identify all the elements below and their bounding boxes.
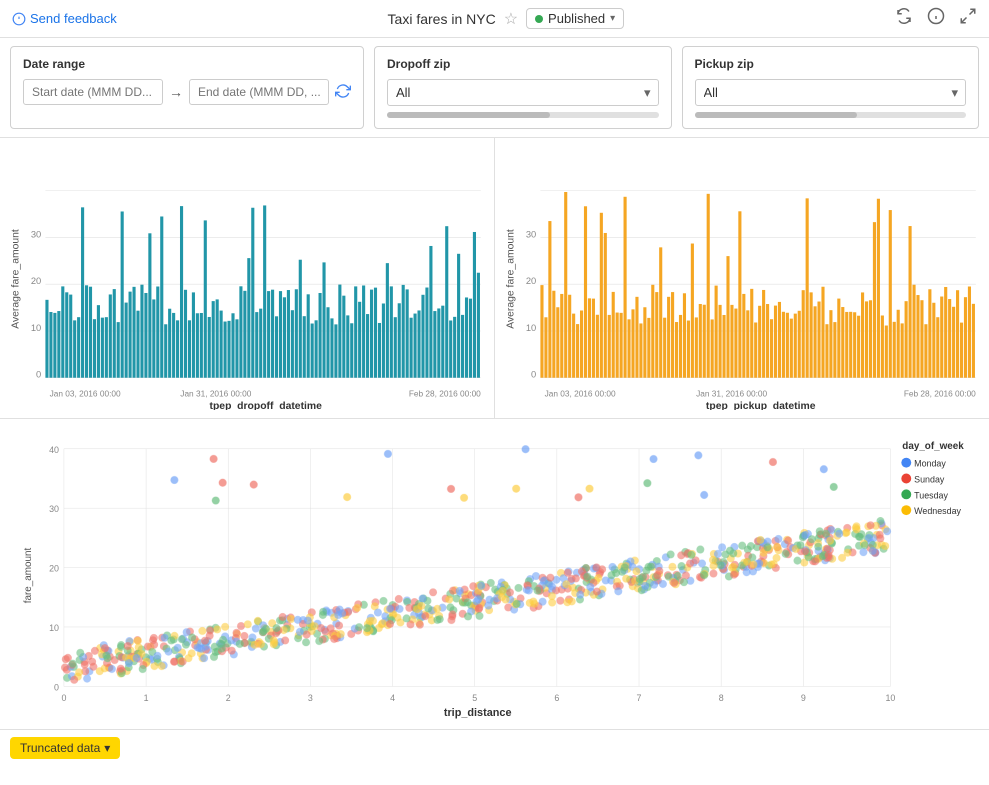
- dropoff-zip-select[interactable]: All: [387, 79, 659, 106]
- bottom-bar: Truncated data ▾: [0, 729, 989, 765]
- top-bar: Send feedback Taxi fares in NYC ☆ Publis…: [0, 0, 989, 38]
- svg-text:tpep_pickup_datetime: tpep_pickup_datetime: [706, 401, 816, 410]
- svg-text:10: 10: [526, 323, 536, 333]
- truncated-label: Truncated data: [20, 741, 100, 755]
- published-dot: [535, 15, 543, 23]
- scatter-svg: fare_amount 0 10 20 30 40 0 1 2 3 4 5 6 …: [8, 429, 981, 721]
- dropoff-chart-panel: Average fare_amount 0 10 20 30 Jan 03, 2…: [0, 138, 495, 418]
- svg-text:Average fare_amount: Average fare_amount: [10, 229, 21, 329]
- published-label: Published: [548, 11, 605, 26]
- svg-text:Wednesday: Wednesday: [914, 506, 961, 516]
- svg-text:7: 7: [637, 693, 642, 703]
- end-date-input[interactable]: [189, 79, 329, 105]
- svg-text:Average fare_amount: Average fare_amount: [505, 229, 516, 329]
- pickup-zip-label: Pickup zip: [695, 57, 967, 71]
- dropoff-zip-panel: Dropoff zip All: [374, 46, 672, 129]
- svg-text:Jan 03, 2016 00:00: Jan 03, 2016 00:00: [50, 388, 121, 398]
- svg-text:40: 40: [49, 445, 59, 455]
- top-bar-actions: [895, 7, 977, 30]
- svg-text:2: 2: [226, 693, 231, 703]
- svg-text:Jan 31, 2016 00:00: Jan 31, 2016 00:00: [180, 388, 251, 398]
- truncated-chevron-icon: ▾: [104, 741, 110, 755]
- svg-text:Monday: Monday: [914, 459, 946, 469]
- svg-text:Feb 28, 2016 00:00: Feb 28, 2016 00:00: [409, 388, 481, 398]
- date-range-label: Date range: [23, 57, 351, 71]
- dropoff-chart-svg: Average fare_amount 0 10 20 30 Jan 03, 2…: [8, 148, 486, 410]
- start-date-input[interactable]: [23, 79, 163, 105]
- svg-text:30: 30: [49, 504, 59, 514]
- svg-text:10: 10: [885, 693, 895, 703]
- svg-text:0: 0: [36, 370, 41, 380]
- pickup-scrollbar[interactable]: [695, 112, 967, 118]
- svg-text:0: 0: [61, 693, 66, 703]
- svg-text:day_of_week: day_of_week: [902, 441, 964, 452]
- svg-text:9: 9: [801, 693, 806, 703]
- date-range-panel: Date range →: [10, 46, 364, 129]
- svg-text:20: 20: [31, 276, 41, 286]
- svg-text:0: 0: [54, 682, 59, 692]
- feedback-icon: [12, 12, 26, 26]
- svg-text:tpep_dropoff_datetime: tpep_dropoff_datetime: [210, 401, 323, 410]
- pickup-zip-select[interactable]: All: [695, 79, 967, 106]
- svg-text:Jan 03, 2016 00:00: Jan 03, 2016 00:00: [545, 388, 616, 398]
- fullscreen-button[interactable]: [959, 7, 977, 30]
- svg-text:5: 5: [472, 693, 477, 703]
- svg-text:trip_distance: trip_distance: [444, 707, 512, 719]
- pickup-zip-panel: Pickup zip All: [682, 46, 980, 129]
- star-icon[interactable]: ☆: [504, 9, 518, 29]
- refresh-button[interactable]: [895, 7, 913, 30]
- svg-text:3: 3: [308, 693, 313, 703]
- svg-text:30: 30: [31, 229, 41, 239]
- date-input-row: →: [23, 79, 351, 105]
- feedback-label: Send feedback: [30, 11, 117, 26]
- charts-top-row: Average fare_amount 0 10 20 30 Jan 03, 2…: [0, 138, 989, 419]
- pickup-zip-select-wrapper: All: [695, 79, 967, 106]
- svg-text:0: 0: [531, 370, 536, 380]
- svg-text:4: 4: [390, 693, 395, 703]
- svg-text:20: 20: [49, 564, 59, 574]
- dropoff-scrollbar[interactable]: [387, 112, 659, 118]
- pickup-chart-svg: Average fare_amount 0 10 20 30 Jan 03, 2…: [503, 148, 981, 410]
- pickup-chart-panel: Average fare_amount 0 10 20 30 Jan 03, 2…: [495, 138, 989, 418]
- title-area: Taxi fares in NYC ☆ Published ▾: [388, 8, 625, 29]
- info-button[interactable]: [927, 7, 945, 30]
- dashboard-title: Taxi fares in NYC: [388, 11, 496, 27]
- dropoff-zip-select-wrapper: All: [387, 79, 659, 106]
- dropoff-zip-label: Dropoff zip: [387, 57, 659, 71]
- chevron-down-icon: ▾: [610, 13, 615, 24]
- published-badge[interactable]: Published ▾: [526, 8, 624, 29]
- scatter-chart-panel: fare_amount 0 10 20 30 40 0 1 2 3 4 5 6 …: [0, 419, 989, 729]
- sync-icon[interactable]: [335, 83, 351, 102]
- svg-text:20: 20: [526, 276, 536, 286]
- truncated-data-button[interactable]: Truncated data ▾: [10, 737, 120, 759]
- filters-row: Date range → Dropoff zip All Pickup zip …: [0, 38, 989, 138]
- svg-text:fare_amount: fare_amount: [23, 548, 34, 604]
- svg-text:Sunday: Sunday: [914, 474, 945, 484]
- svg-text:10: 10: [31, 323, 41, 333]
- svg-text:8: 8: [719, 693, 724, 703]
- svg-text:1: 1: [144, 693, 149, 703]
- svg-text:10: 10: [49, 623, 59, 633]
- svg-text:30: 30: [526, 229, 536, 239]
- svg-text:Feb 28, 2016 00:00: Feb 28, 2016 00:00: [904, 388, 976, 398]
- feedback-button[interactable]: Send feedback: [12, 11, 117, 26]
- date-arrow-icon: →: [169, 84, 183, 100]
- svg-text:Tuesday: Tuesday: [914, 490, 948, 500]
- svg-text:6: 6: [554, 693, 559, 703]
- svg-text:Jan 31, 2016 00:00: Jan 31, 2016 00:00: [696, 388, 767, 398]
